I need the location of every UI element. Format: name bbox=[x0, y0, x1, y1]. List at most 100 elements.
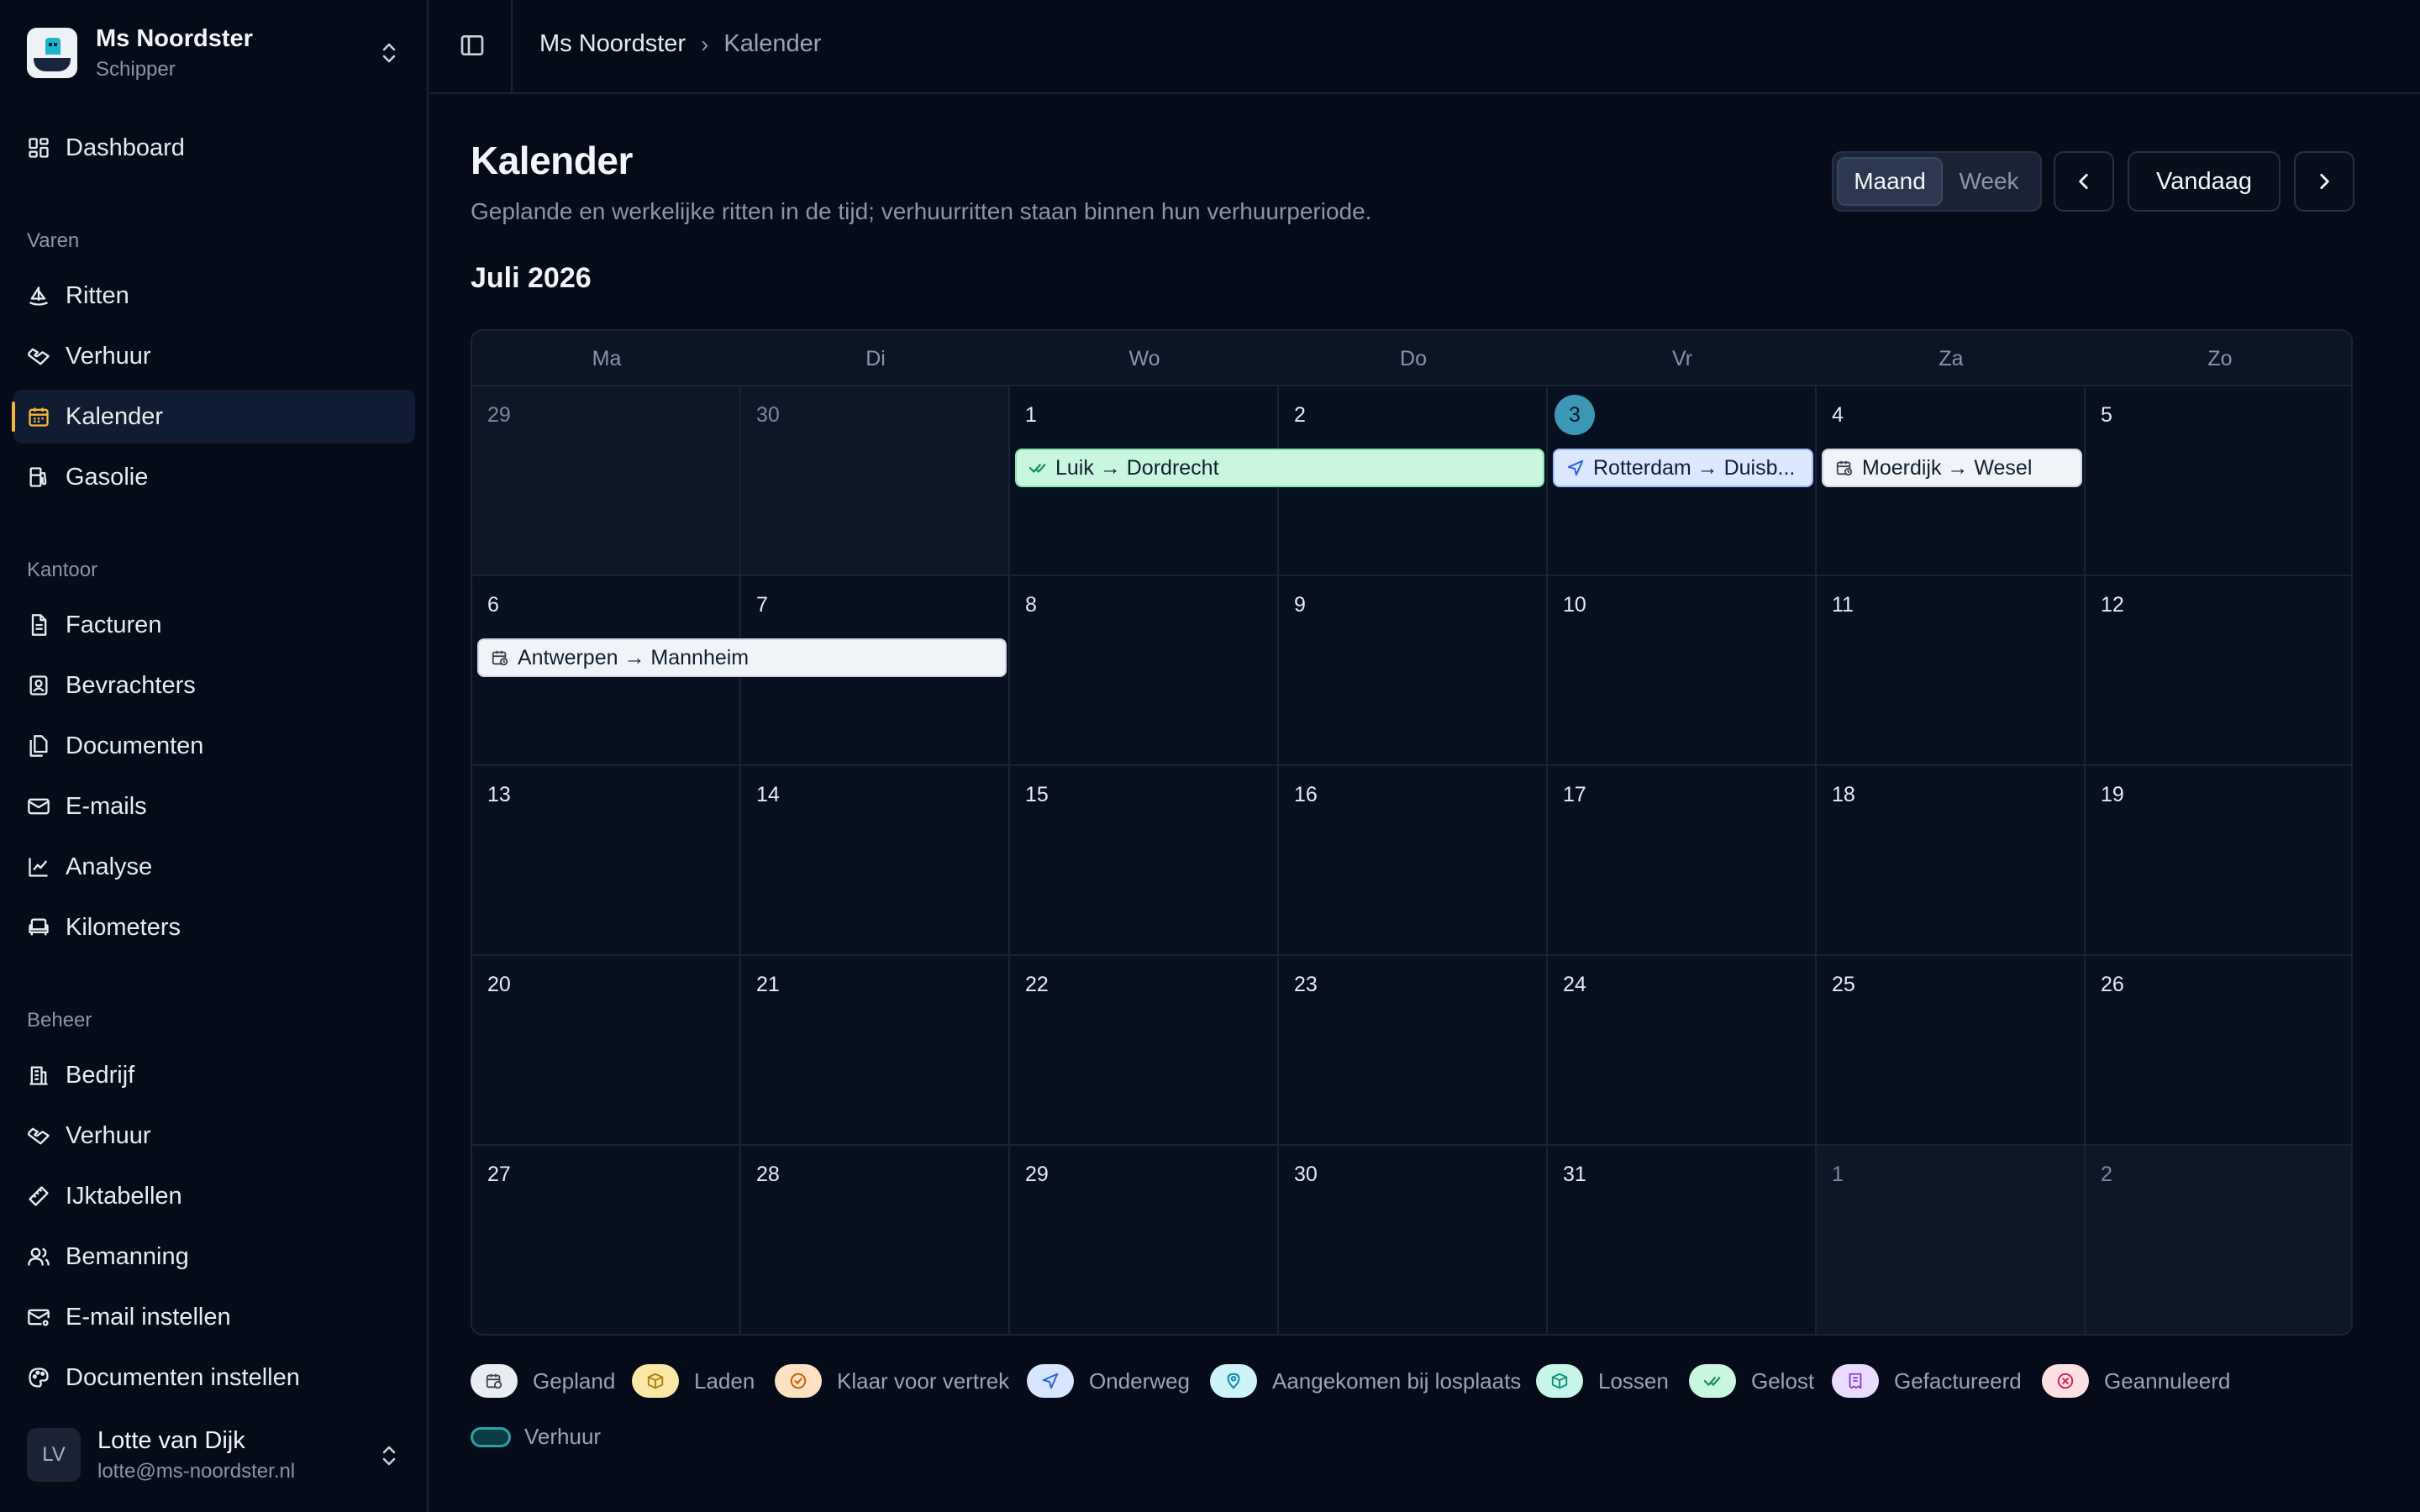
day-cell[interactable]: 16 bbox=[1279, 766, 1548, 956]
day-cell[interactable]: 22 bbox=[1010, 956, 1279, 1146]
today-button[interactable]: Vandaag bbox=[2128, 151, 2281, 212]
event-label: Antwerpen → Mannheim bbox=[518, 645, 750, 669]
day-cell[interactable]: 1 bbox=[1817, 1146, 2086, 1334]
day-cell[interactable]: 12 bbox=[2086, 576, 2351, 766]
day-cell[interactable]: 13 bbox=[472, 766, 741, 956]
day-cell[interactable]: 8 bbox=[1010, 576, 1279, 766]
sidebar-item-analyse[interactable]: Analyse bbox=[13, 840, 415, 894]
day-cell[interactable]: 10 bbox=[1548, 576, 1817, 766]
chevron-up-down-icon bbox=[382, 1446, 396, 1466]
mail-icon bbox=[28, 798, 50, 815]
day-number: 8 bbox=[1025, 593, 1037, 617]
sidebar-item-facturen[interactable]: Facturen bbox=[13, 598, 415, 652]
day-number: 5 bbox=[2101, 403, 2112, 427]
navigation-icon bbox=[1567, 459, 1584, 476]
day-number: 22 bbox=[1025, 973, 1049, 996]
day-cell[interactable]: 18 bbox=[1817, 766, 2086, 956]
rental-period-swatch bbox=[471, 1426, 511, 1447]
chevron-up-down-icon bbox=[382, 43, 396, 63]
ruler-icon bbox=[29, 1186, 49, 1206]
day-number: 13 bbox=[487, 783, 511, 806]
chevron-right-icon bbox=[2320, 174, 2329, 189]
sidebar-toggle-icon[interactable] bbox=[459, 32, 486, 59]
sidebar-item-ijktabellen[interactable]: IJktabellen bbox=[13, 1169, 415, 1223]
package-open-icon bbox=[1536, 1364, 1583, 1398]
sidebar-item-verhuur-beheer[interactable]: Verhuur bbox=[13, 1109, 415, 1163]
files-icon bbox=[29, 735, 48, 757]
breadcrumb-ship[interactable]: Ms Noordster bbox=[539, 30, 686, 58]
next-month-button[interactable] bbox=[2294, 151, 2354, 212]
sidebar-item-label: IJktabellen bbox=[66, 1182, 182, 1210]
day-cell[interactable]: 21 bbox=[741, 956, 1010, 1146]
sidebar-item-label: Documenten bbox=[66, 732, 204, 759]
day-cell[interactable]: 29 bbox=[472, 386, 741, 576]
sidebar-item-label: Documenten instellen bbox=[66, 1363, 300, 1391]
day-cell[interactable]: 30 bbox=[741, 386, 1010, 576]
sidebar-item-label: Analyse bbox=[66, 853, 153, 880]
day-number: 21 bbox=[756, 973, 780, 996]
day-number: 15 bbox=[1025, 783, 1049, 806]
day-cell[interactable]: 24 bbox=[1548, 956, 1817, 1146]
calendar-event[interactable]: Antwerpen → Mannheim bbox=[477, 638, 1007, 677]
day-cell[interactable]: 27 bbox=[472, 1146, 741, 1334]
legend-label: Aangekomen bij losplaats bbox=[1272, 1368, 1522, 1394]
legend-item-laden: Laden bbox=[632, 1364, 755, 1398]
day-cell[interactable]: 30 bbox=[1279, 1146, 1548, 1334]
legend-item-aangekomen: Aangekomen bij losplaats bbox=[1210, 1364, 1521, 1398]
user-menu[interactable]: LV Lotte van Dijk lotte@ms-noordster.nl bbox=[27, 1423, 410, 1487]
sidebar-item-e-mails[interactable]: E-mails bbox=[13, 780, 415, 833]
sidebar-item-bemanning[interactable]: Bemanning bbox=[13, 1230, 415, 1284]
legend-label: Gefactureerd bbox=[1894, 1368, 2022, 1394]
circle-x-icon bbox=[2042, 1364, 2089, 1398]
previous-month-button[interactable] bbox=[2054, 151, 2114, 212]
view-toggle: Maand Week bbox=[1832, 151, 2042, 212]
day-cell[interactable]: 28 bbox=[741, 1146, 1010, 1334]
day-cell[interactable]: 29 bbox=[1010, 1146, 1279, 1334]
sidebar-item-verhuur[interactable]: Verhuur bbox=[13, 329, 415, 383]
day-cell[interactable]: 9 bbox=[1279, 576, 1548, 766]
sidebar-item-documenten[interactable]: Documenten bbox=[13, 719, 415, 773]
calendar-clock-icon bbox=[1836, 460, 1853, 476]
contact-icon bbox=[29, 675, 48, 696]
map-pin-icon bbox=[1210, 1364, 1257, 1398]
day-cell[interactable]: 2 bbox=[2086, 1146, 2351, 1334]
section-label-kantoor: Kantoor bbox=[27, 559, 98, 581]
day-cell[interactable]: 15 bbox=[1010, 766, 1279, 956]
calendar-event[interactable]: Moerdijk → Wesel bbox=[1822, 449, 2082, 487]
day-number: 9 bbox=[1294, 593, 1306, 617]
day-cell[interactable]: 31 bbox=[1548, 1146, 1817, 1334]
ship-switcher[interactable]: Ms Noordster Schipper bbox=[27, 24, 410, 82]
day-cell[interactable]: 19 bbox=[2086, 766, 2351, 956]
handshake-icon bbox=[28, 348, 50, 365]
day-cell[interactable]: 17 bbox=[1548, 766, 1817, 956]
line-chart-icon bbox=[29, 858, 48, 877]
ship-logo bbox=[27, 28, 77, 78]
sidebar-item-e-mail-instellen[interactable]: E-mail instellen bbox=[13, 1290, 415, 1344]
calendar-event[interactable]: Luik → Dordrecht bbox=[1015, 449, 1544, 487]
view-month-button[interactable]: Maand bbox=[1837, 157, 1943, 206]
day-number: 19 bbox=[2101, 783, 2124, 806]
day-cell[interactable]: 26 bbox=[2086, 956, 2351, 1146]
view-week-button[interactable]: Week bbox=[1943, 157, 2035, 206]
sidebar-item-label: Ritten bbox=[66, 281, 129, 309]
calendar-event[interactable]: Rotterdam → Duisb... bbox=[1553, 449, 1813, 487]
sidebar-item-ritten[interactable]: Ritten bbox=[13, 269, 415, 323]
day-cell[interactable]: 5 bbox=[2086, 386, 2351, 576]
day-cell[interactable]: 14 bbox=[741, 766, 1010, 956]
sidebar-item-dashboard[interactable]: Dashboard bbox=[13, 121, 415, 175]
day-cell[interactable]: 25 bbox=[1817, 956, 2086, 1146]
day-number: 25 bbox=[1832, 973, 1855, 996]
divider bbox=[511, 0, 513, 94]
sofa-icon bbox=[29, 918, 49, 936]
sidebar-item-documenten-instellen[interactable]: Documenten instellen bbox=[13, 1351, 415, 1404]
sidebar-item-bevrachters[interactable]: Bevrachters bbox=[13, 659, 415, 712]
sidebar-item-bedrijf[interactable]: Bedrijf bbox=[13, 1048, 415, 1102]
day-cell[interactable]: 11 bbox=[1817, 576, 2086, 766]
sidebar-item-kilometers[interactable]: Kilometers bbox=[13, 900, 415, 954]
sidebar-item-kalender[interactable]: Kalender bbox=[12, 390, 415, 444]
day-cell[interactable]: 23 bbox=[1279, 956, 1548, 1146]
legend-item-gefactureerd: Gefactureerd bbox=[1832, 1364, 2022, 1398]
sidebar-item-gasolie[interactable]: Gasolie bbox=[13, 450, 415, 504]
legend-item-geannuleerd: Geannuleerd bbox=[2042, 1364, 2230, 1398]
day-cell[interactable]: 20 bbox=[472, 956, 741, 1146]
